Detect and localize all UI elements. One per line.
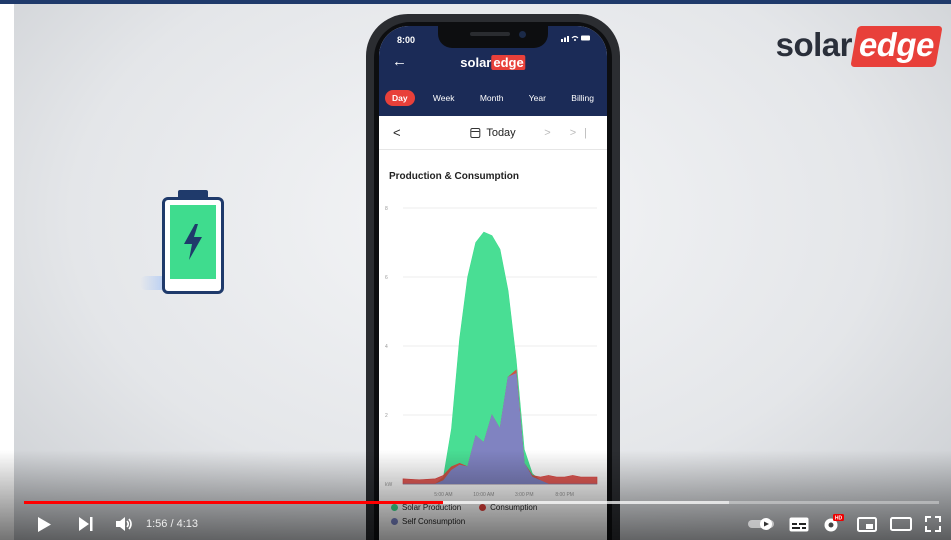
theater-mode-button[interactable] [890, 509, 912, 539]
chart-title: Production & Consumption [389, 171, 519, 182]
back-arrow-icon[interactable]: ← [392, 53, 407, 70]
next-button[interactable] [76, 509, 96, 539]
left-margin [0, 0, 14, 540]
y-tick-label: 8 [385, 206, 388, 212]
tab-year[interactable]: Year [522, 90, 553, 106]
tab-month[interactable]: Month [473, 90, 511, 106]
volume-icon [116, 517, 132, 531]
autoplay-icon [748, 518, 774, 530]
fullscreen-icon [925, 516, 941, 532]
solaredge-logo: solar edge [776, 26, 943, 67]
x-tick-label: 5:00 AM [434, 492, 452, 496]
y-tick-label: 4 [385, 344, 388, 350]
tab-day[interactable]: Day [385, 90, 415, 106]
app-logo: solar edge [460, 55, 526, 70]
phone: 8:00 ← solar edge Day Week Month Year Bi… [366, 14, 620, 540]
date-navigator: < Today > >| [379, 116, 607, 150]
y-tick-label: 6 [385, 275, 388, 281]
date-prev-button[interactable]: < [393, 125, 401, 140]
status-time: 8:00 [397, 35, 416, 45]
y-tick-label: kW [385, 482, 393, 488]
status-icons [561, 34, 591, 44]
lightning-icon [184, 224, 202, 260]
video-frame[interactable]: solar edge 8:00 ← solar edge Day Week Mo… [0, 0, 951, 540]
date-picker[interactable]: Today [470, 126, 516, 139]
fullscreen-button[interactable] [925, 509, 941, 539]
miniplayer-button[interactable] [857, 509, 877, 539]
x-tick-label: 10:00 AM [473, 492, 494, 496]
phone-screen: 8:00 ← solar edge Day Week Month Year Bi… [379, 26, 607, 540]
top-bar [0, 0, 951, 4]
period-tabs: Day Week Month Year Billing [385, 90, 601, 106]
volume-button[interactable] [114, 509, 136, 539]
battery-icon [162, 190, 224, 294]
play-icon [38, 516, 51, 532]
y-tick-label: 2 [385, 413, 388, 419]
production-chart: 8 6 4 2 kW 5:00 AM 10:00 AM 3:00 PM 8:00 PM [385, 206, 598, 496]
miniplayer-icon [857, 516, 877, 532]
next-icon [79, 517, 93, 531]
player-controls: 1:56 / 4:13 HD [0, 508, 951, 540]
x-tick-label: 8:00 PM [555, 492, 574, 496]
svg-text:HD: HD [835, 516, 843, 522]
tab-billing[interactable]: Billing [564, 90, 601, 106]
time-display: 1:56 / 4:13 [146, 518, 198, 530]
progress-bar[interactable] [24, 500, 939, 504]
play-button[interactable] [34, 509, 54, 539]
player-right-controls: HD [748, 508, 941, 540]
date-label: Today [486, 126, 516, 139]
autoplay-toggle[interactable] [748, 509, 776, 539]
tab-week[interactable]: Week [426, 90, 462, 106]
theater-icon [890, 517, 912, 531]
x-tick-label: 3:00 PM [515, 492, 534, 496]
gear-icon: HD [824, 514, 844, 532]
settings-button[interactable]: HD [822, 509, 844, 539]
date-next-button[interactable]: > >| [544, 127, 595, 139]
subtitles-icon [789, 517, 809, 531]
phone-notch [438, 26, 548, 48]
subtitles-button[interactable] [789, 509, 809, 539]
calendar-icon [470, 127, 481, 138]
